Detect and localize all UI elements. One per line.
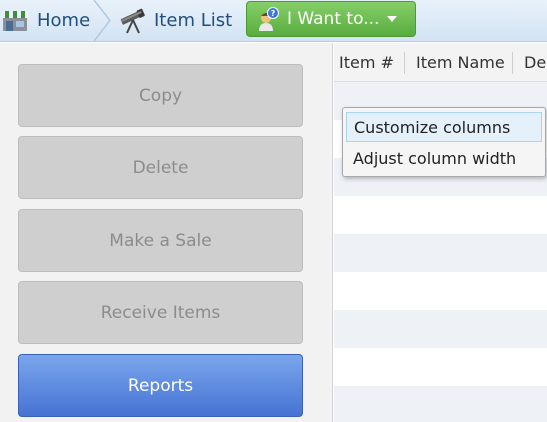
adjust-column-width-menu-item[interactable]: Adjust column width (346, 144, 542, 174)
table-row[interactable] (334, 310, 547, 348)
delete-button[interactable]: Delete (18, 136, 303, 199)
table-row[interactable] (334, 386, 547, 422)
reports-button[interactable]: Reports (18, 354, 303, 417)
i-want-to-button[interactable]: ? I Want to... (246, 1, 416, 37)
table-row[interactable] (334, 234, 547, 272)
svg-text:?: ? (271, 9, 276, 18)
column-divider[interactable] (512, 52, 513, 74)
make-a-sale-button[interactable]: Make a Sale (18, 209, 303, 272)
breadcrumb-separator (93, 0, 111, 41)
top-nav-bar: Home Item List ? I Want to... (0, 0, 547, 42)
table-row[interactable] (334, 196, 547, 234)
column-divider[interactable] (404, 52, 405, 74)
telescope-icon (118, 8, 148, 34)
column-header-description[interactable]: De (524, 43, 546, 82)
caret-down-icon (387, 16, 398, 22)
column-header-item-number[interactable]: Item # (339, 43, 394, 82)
i-want-to-label: I Want to... (287, 9, 380, 29)
item-grid: Item # Item Name De (334, 43, 547, 422)
column-context-menu: Customize columns Adjust column width (342, 107, 546, 177)
breadcrumb-item-list[interactable]: Item List (118, 0, 232, 41)
table-row[interactable] (334, 272, 547, 310)
actions-panel: Copy Delete Make a Sale Receive Items Re… (0, 43, 333, 422)
copy-button[interactable]: Copy (18, 64, 303, 127)
receive-items-button[interactable]: Receive Items (18, 281, 303, 344)
store-icon (0, 9, 30, 33)
person-help-icon: ? (257, 7, 279, 31)
column-header-item-name[interactable]: Item Name (416, 43, 505, 82)
breadcrumb-item-list-label: Item List (154, 10, 233, 31)
customize-columns-menu-item[interactable]: Customize columns (346, 112, 542, 142)
breadcrumb-home-label: Home (37, 10, 91, 31)
grid-header: Item # Item Name De (334, 43, 547, 82)
table-row[interactable] (334, 348, 547, 386)
